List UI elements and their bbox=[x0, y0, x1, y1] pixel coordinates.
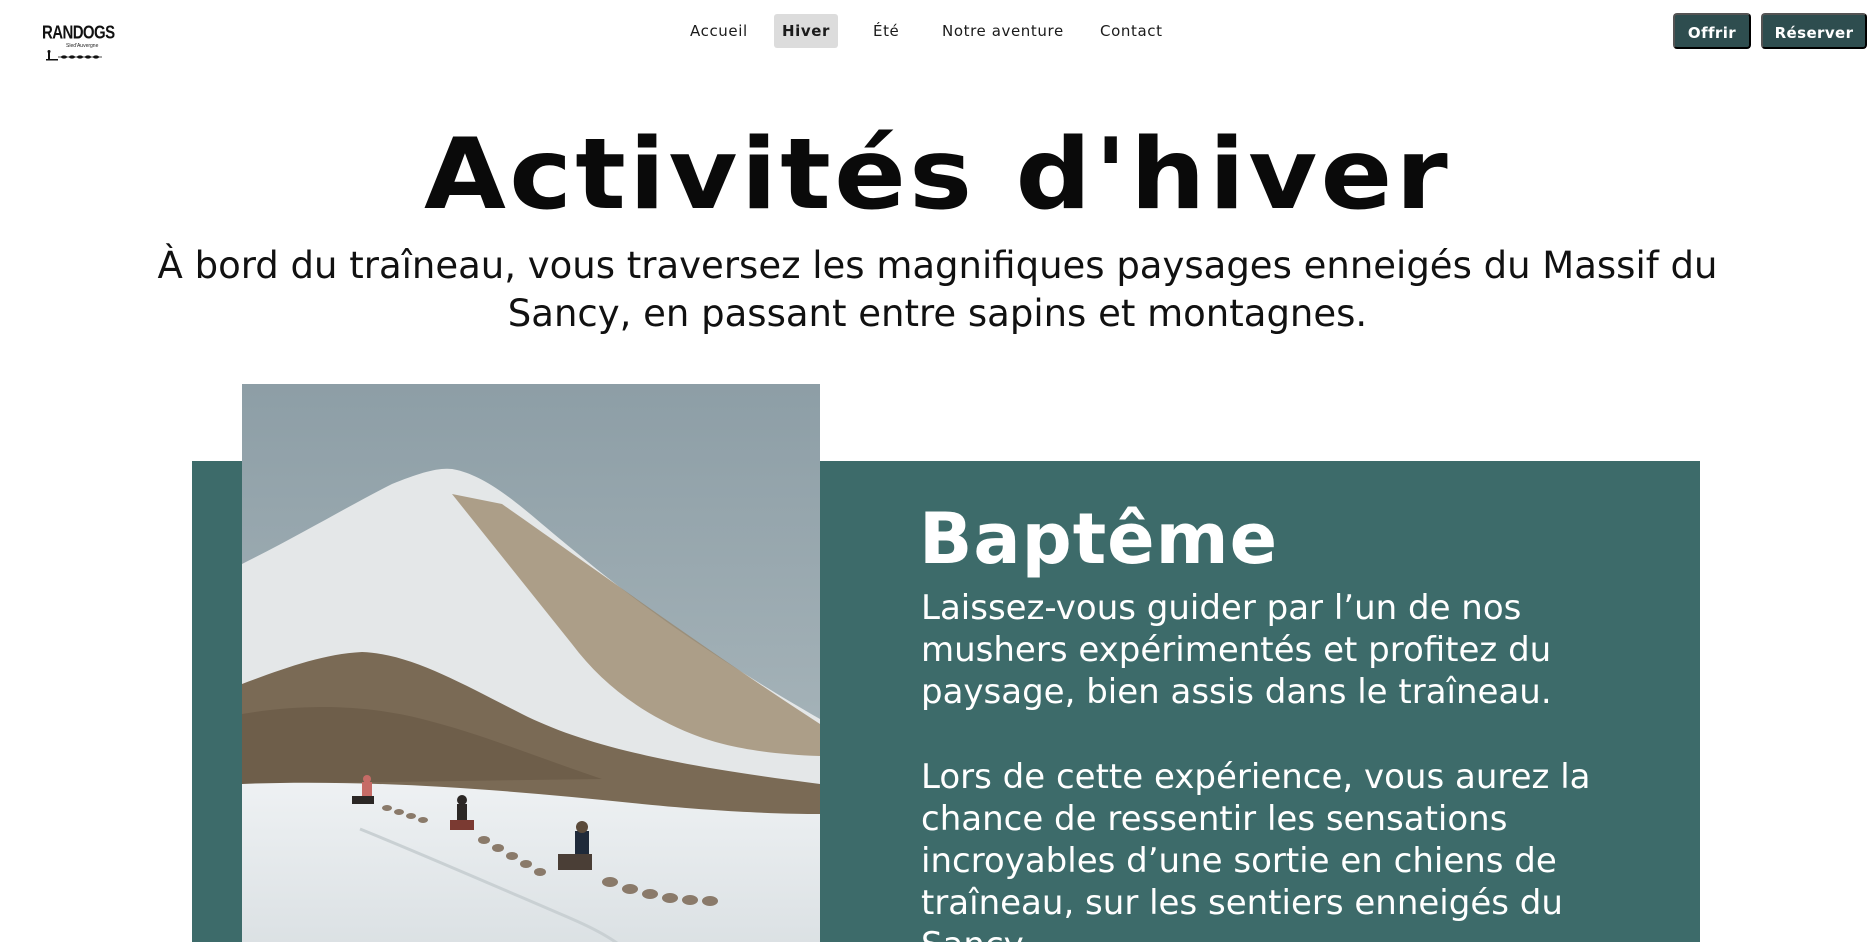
nav-item-ete[interactable]: Été bbox=[873, 14, 903, 48]
activity-description: Laissez-vous guider par l’un de nos mush… bbox=[921, 588, 1552, 712]
activity-title: Baptême bbox=[919, 498, 1279, 580]
page-subtitle: À bord du traîneau, vous traversez les m… bbox=[157, 244, 1718, 335]
nav-item-accueil[interactable]: Accueil bbox=[690, 14, 750, 48]
dog-sled-mountain-photo bbox=[242, 384, 820, 942]
logo-brand: RANDOGS bbox=[42, 22, 115, 44]
nav-item-notre-aventure[interactable]: Notre aventure bbox=[942, 14, 1070, 48]
sled-dogs-icon bbox=[46, 50, 102, 61]
nav-item-hiver[interactable]: Hiver bbox=[774, 14, 838, 48]
site-logo[interactable]: RANDOGS Sled'Auvergne bbox=[42, 22, 115, 62]
activity-details: Lors de cette expérience, vous aurez la … bbox=[921, 757, 1591, 942]
offer-button[interactable]: Offrir bbox=[1673, 13, 1751, 49]
nav-item-contact[interactable]: Contact bbox=[1100, 14, 1170, 48]
logo-tagline: Sled'Auvergne bbox=[66, 43, 99, 49]
page: RANDOGS Sled'Auvergne Accueil Hiver Été … bbox=[0, 0, 1875, 942]
page-title: Activités d'hiver bbox=[424, 118, 1451, 232]
book-button[interactable]: Réserver bbox=[1761, 13, 1867, 49]
site-header: RANDOGS Sled'Auvergne Accueil Hiver Été … bbox=[0, 0, 1875, 62]
